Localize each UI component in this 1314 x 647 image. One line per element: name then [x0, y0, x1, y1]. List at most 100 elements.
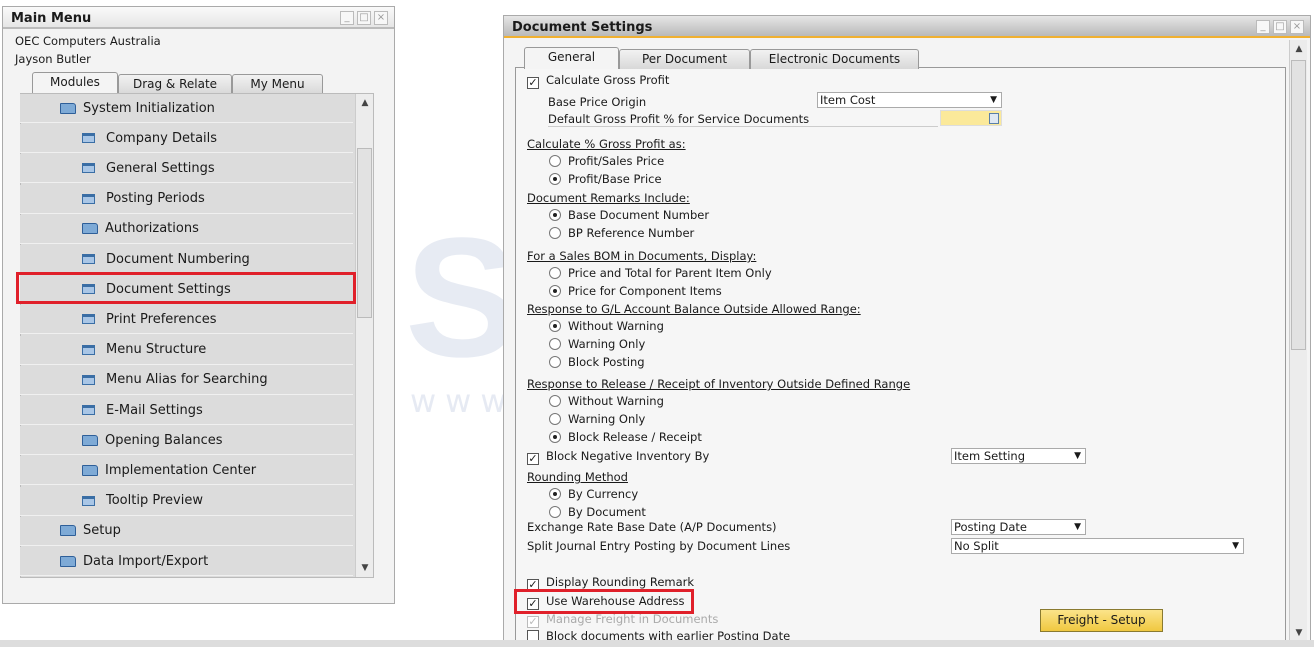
label: Display Rounding Remark: [546, 575, 695, 589]
menu-item[interactable]: Company Details: [20, 124, 353, 154]
form-icon: [82, 193, 95, 204]
label: BP Reference Number: [568, 226, 695, 240]
radio-button[interactable]: [549, 267, 561, 279]
radio-button[interactable]: [549, 356, 561, 368]
menu-item[interactable]: Print Preferences: [20, 305, 353, 335]
rounding-option[interactable]: By Document: [549, 505, 646, 519]
gl-option[interactable]: Block Posting: [549, 355, 645, 369]
scroll-thumb[interactable]: [1291, 60, 1306, 350]
bom-option[interactable]: Price for Component Items: [549, 284, 722, 298]
menu-item-label: Data Import/Export: [83, 553, 209, 569]
highlight-use-warehouse: [514, 589, 694, 614]
menu-item[interactable]: Data Import/Export: [20, 547, 353, 576]
menu-item[interactable]: Posting Periods: [20, 184, 353, 214]
scroll-up-icon[interactable]: ▲: [1290, 40, 1308, 58]
minimize-button[interactable]: _: [340, 11, 354, 25]
label: Block Posting: [568, 355, 645, 369]
form-icon: [82, 133, 95, 144]
main-menu-title: Main Menu: [3, 7, 394, 29]
radio-button[interactable]: [549, 506, 561, 518]
radio-button[interactable]: [549, 488, 561, 500]
rounding-option[interactable]: By Currency: [549, 487, 638, 501]
tab-my-menu[interactable]: My Menu: [232, 74, 323, 94]
form-icon: [82, 405, 95, 415]
gl-heading: Response to G/L Account Balance Outside …: [527, 302, 861, 316]
menu-item[interactable]: Opening Balances: [20, 426, 353, 456]
label: Profit/Sales Price: [568, 154, 665, 168]
tab-drag-relate[interactable]: Drag & Relate: [118, 74, 232, 94]
settings-scrollbar[interactable]: ▲ ▼: [1289, 40, 1307, 645]
radio-button[interactable]: [549, 320, 561, 332]
exchange-rate-dropdown[interactable]: Posting Date: [951, 519, 1086, 535]
form-icon: [82, 254, 95, 264]
menu-item-label: Implementation Center: [105, 462, 257, 478]
radio-button[interactable]: [549, 338, 561, 350]
close-button[interactable]: ×: [1290, 20, 1304, 34]
calc-gross-profit-checkbox[interactable]: ✓ Calculate Gross Profit: [527, 73, 669, 89]
manage-freight-checkbox: ✓ Manage Freight in Documents: [527, 612, 719, 628]
menu-item[interactable]: Authorizations: [20, 214, 353, 244]
label: Profit/Base Price: [568, 172, 662, 186]
label: Base Document Number: [568, 208, 710, 222]
base-price-origin-dropdown[interactable]: Item Cost: [817, 92, 1002, 108]
menu-item-label: Setup: [83, 523, 121, 539]
bom-option[interactable]: Price and Total for Parent Item Only: [549, 266, 772, 280]
default-gp-label: Default Gross Profit % for Service Docum…: [548, 112, 938, 127]
radio-button[interactable]: [549, 431, 561, 443]
menu-item[interactable]: System Initialization: [20, 94, 353, 123]
calc_pct-option[interactable]: Profit/Base Price: [549, 172, 662, 186]
scroll-up-icon[interactable]: ▲: [356, 94, 374, 112]
radio-button[interactable]: [549, 209, 561, 221]
block-negative-inventory-checkbox[interactable]: ✓ Block Negative Inventory By: [527, 449, 709, 465]
folder-icon: [60, 525, 76, 537]
remarks-option[interactable]: Base Document Number: [549, 208, 709, 222]
label: Calculate Gross Profit: [546, 73, 670, 87]
folder-icon: [82, 464, 98, 476]
radio-button[interactable]: [549, 395, 561, 407]
form-icon: [82, 314, 95, 325]
radio-button[interactable]: [549, 285, 561, 297]
gl-option[interactable]: Without Warning: [549, 319, 664, 333]
label: Warning Only: [568, 337, 646, 351]
radio-button[interactable]: [549, 227, 561, 239]
inv-option[interactable]: Warning Only: [549, 412, 645, 426]
tab-modules[interactable]: Modules: [32, 72, 118, 94]
scroll-thumb[interactable]: [357, 148, 372, 318]
radio-button[interactable]: [549, 173, 561, 185]
scroll-down-icon[interactable]: ▼: [356, 559, 374, 577]
calculator-icon[interactable]: [989, 113, 999, 124]
label: Manage Freight in Documents: [546, 612, 719, 626]
freight-setup-button[interactable]: Freight - Setup: [1040, 609, 1163, 632]
menu-item[interactable]: Document Numbering: [20, 245, 353, 274]
menu-item-label: Company Details: [106, 130, 218, 146]
menu-item[interactable]: Tooltip Preview: [20, 486, 353, 516]
exchange-rate-label: Exchange Rate Base Date (A/P Documents): [527, 520, 777, 534]
split-je-dropdown[interactable]: No Split: [951, 538, 1244, 554]
menu-item[interactable]: General Settings: [20, 154, 353, 184]
menu-scrollbar[interactable]: ▲ ▼: [355, 94, 373, 577]
maximize-button[interactable]: □: [1273, 20, 1287, 34]
rounding-heading: Rounding Method: [527, 470, 628, 484]
user-name: Jayson Butler: [15, 52, 91, 66]
radio-button[interactable]: [549, 413, 561, 425]
default-gp-input[interactable]: [940, 110, 1002, 126]
block-negative-inventory-dropdown[interactable]: Item Setting: [951, 448, 1086, 464]
remarks-option[interactable]: BP Reference Number: [549, 226, 694, 240]
radio-button[interactable]: [549, 155, 561, 167]
menu-item[interactable]: Menu Structure: [20, 335, 353, 365]
menu-item-label: General Settings: [106, 160, 215, 176]
close-button[interactable]: ×: [374, 11, 388, 25]
menu-item[interactable]: Menu Alias for Searching: [20, 365, 353, 395]
menu-item[interactable]: E-Mail Settings: [20, 396, 353, 425]
minimize-button[interactable]: _: [1256, 20, 1270, 34]
menu-item[interactable]: Implementation Center: [20, 456, 353, 486]
menu-item[interactable]: Setup: [20, 516, 353, 546]
tab-general[interactable]: General: [524, 47, 619, 69]
maximize-button[interactable]: □: [357, 11, 371, 25]
inv-option[interactable]: Without Warning: [549, 394, 664, 408]
gl-option[interactable]: Warning Only: [549, 337, 645, 351]
inv-option[interactable]: Block Release / Receipt: [549, 430, 702, 444]
tab-electronic-documents[interactable]: Electronic Documents: [750, 49, 919, 69]
calc_pct-option[interactable]: Profit/Sales Price: [549, 154, 664, 168]
tab-per-document[interactable]: Per Document: [619, 49, 750, 69]
